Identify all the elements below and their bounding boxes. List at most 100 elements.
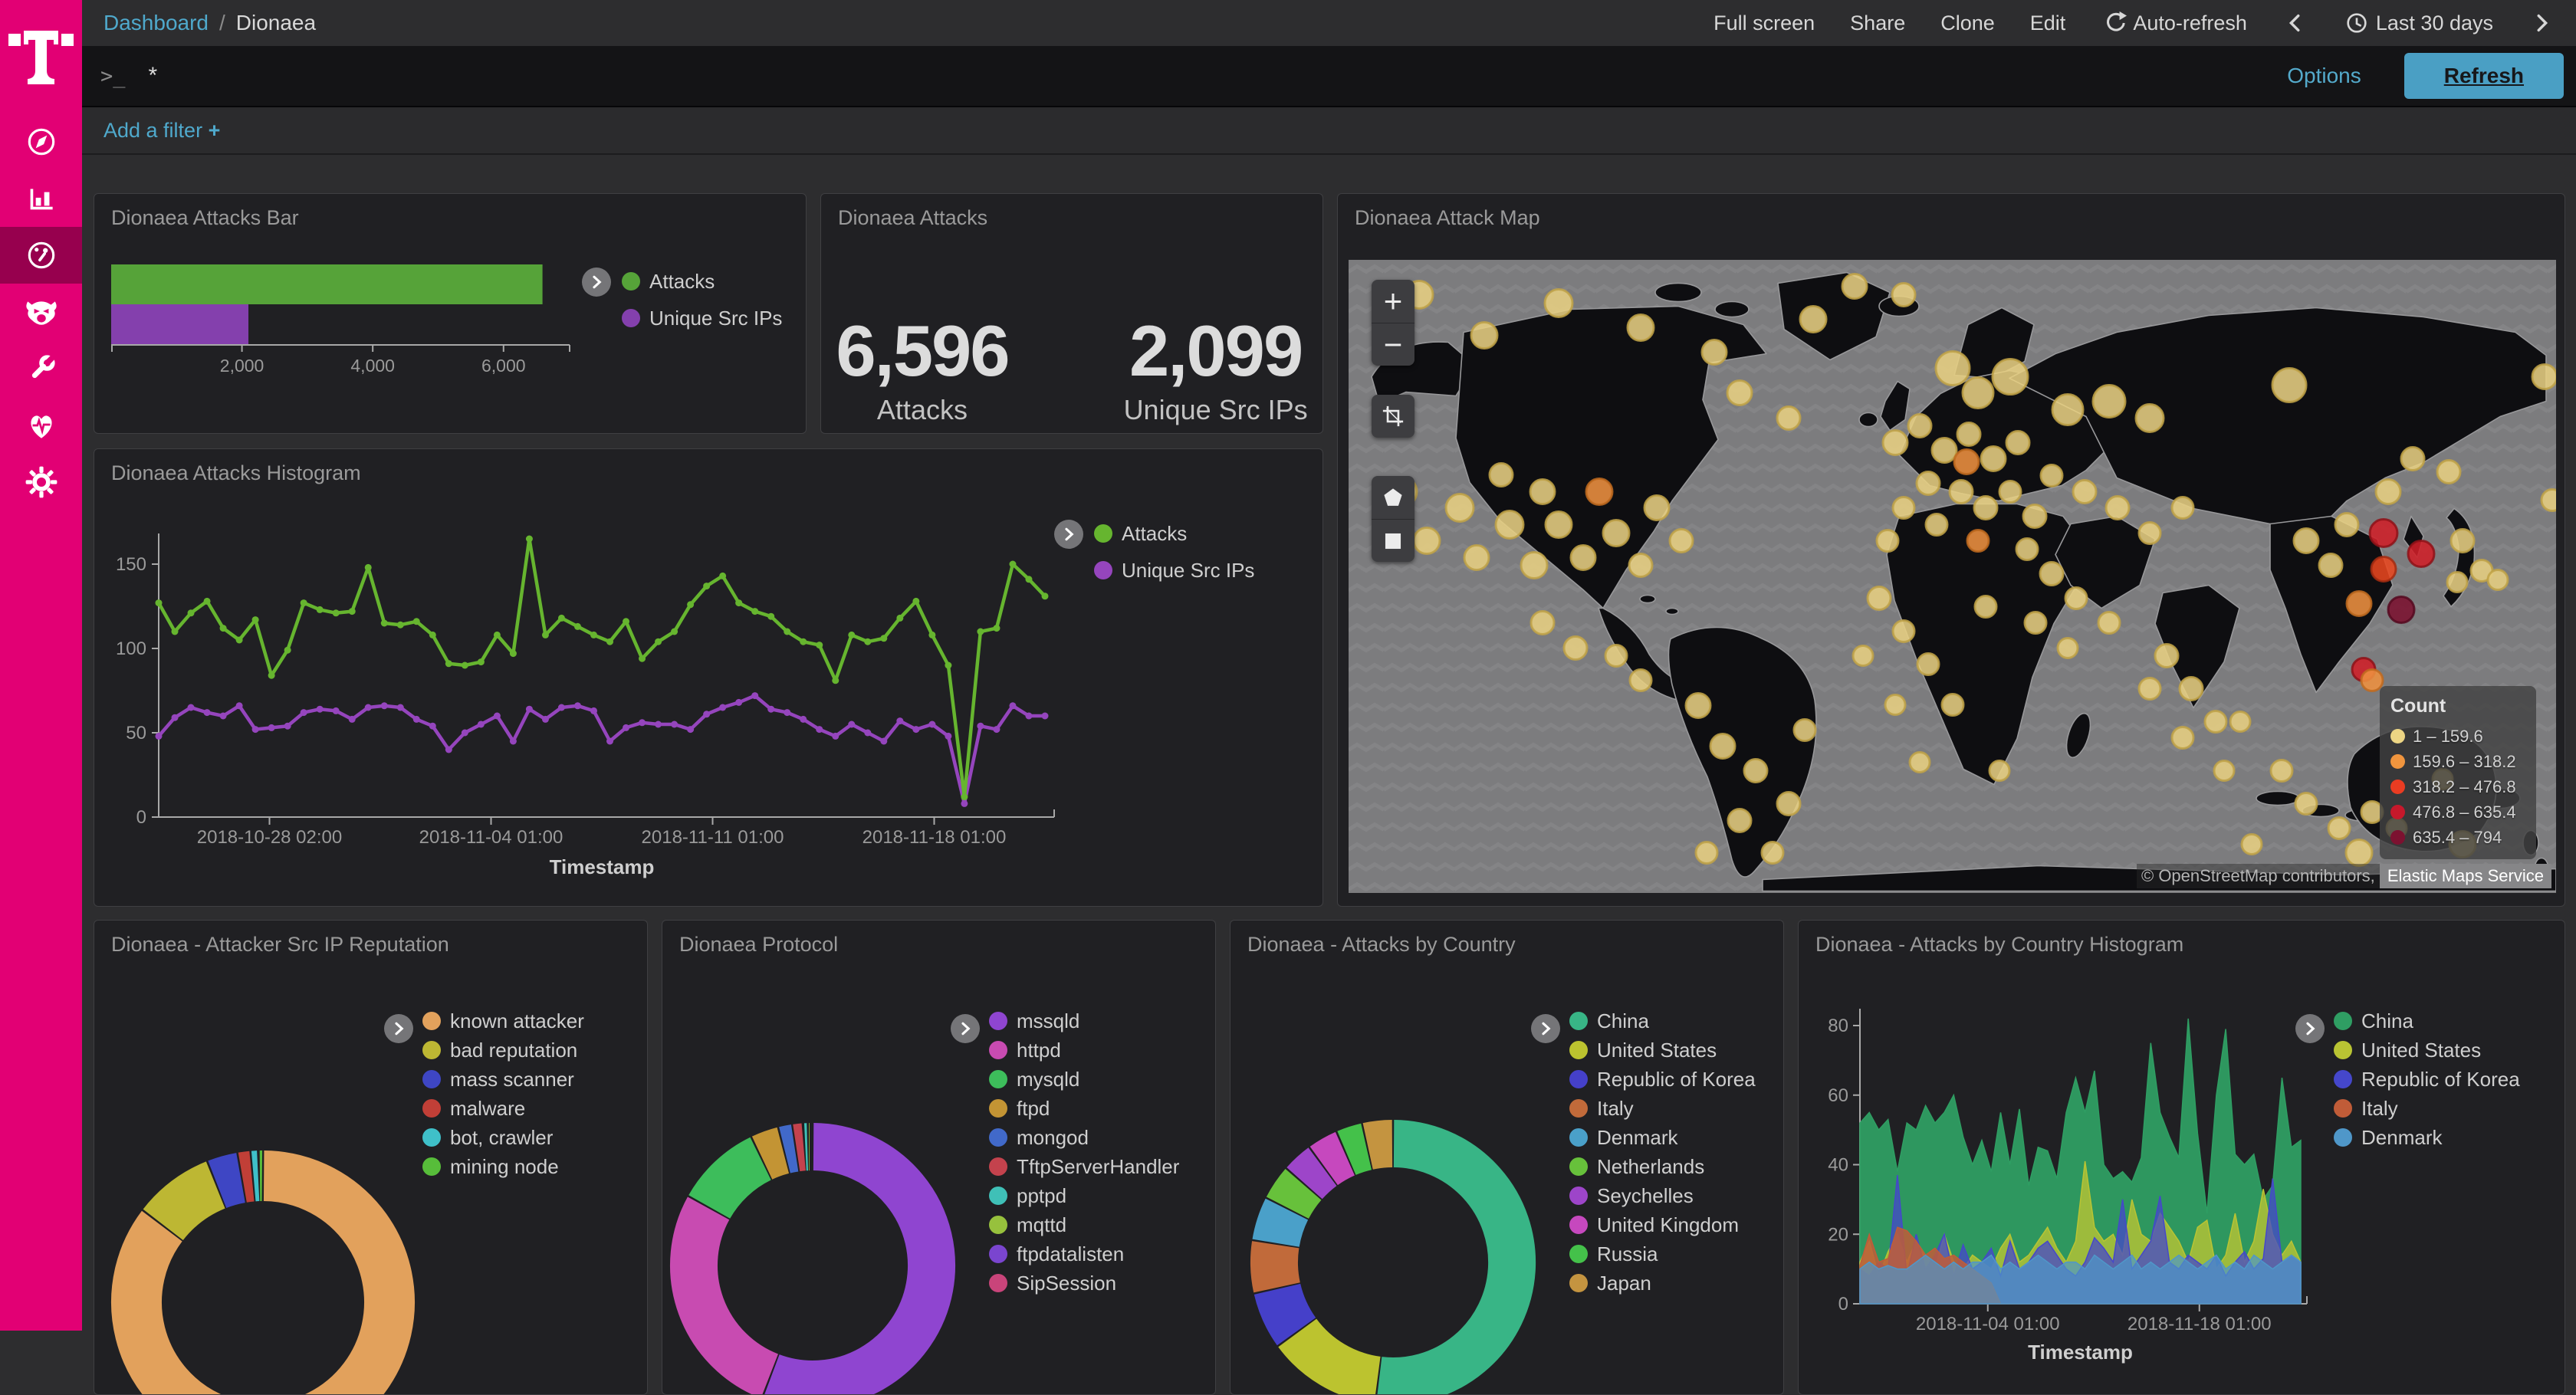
map-circle[interactable]: [2205, 711, 2226, 733]
legend-item[interactable]: mongod: [989, 1123, 1179, 1152]
time-range-button[interactable]: Last 30 days: [2344, 10, 2493, 36]
legend-item[interactable]: TftpServerHandler: [989, 1152, 1179, 1181]
telekom-logo-icon[interactable]: [8, 11, 74, 84]
legend-item[interactable]: Unique Src IPs: [622, 300, 782, 336]
donut-slice[interactable]: [1287, 1184, 1303, 1207]
map-circle[interactable]: [2040, 563, 2063, 586]
map-circle[interactable]: [1868, 587, 1891, 610]
legend-item[interactable]: ftpd: [989, 1094, 1179, 1123]
map-circle[interactable]: [1885, 695, 1905, 715]
map-circle[interactable]: [1936, 352, 1970, 386]
osm-attribution[interactable]: © OpenStreetMap contributors,: [2137, 864, 2380, 888]
legend-item[interactable]: pptpd: [989, 1181, 1179, 1210]
donut-slice[interactable]: [709, 1159, 761, 1207]
donut-slice[interactable]: [1276, 1210, 1286, 1243]
map-circle[interactable]: [2006, 432, 2029, 455]
donut-slice[interactable]: [1379, 1144, 1512, 1381]
map-circle[interactable]: [1644, 496, 1669, 520]
map-circle[interactable]: [1629, 554, 1652, 577]
map-circle[interactable]: [2139, 523, 2160, 544]
donut-slice[interactable]: [1297, 1333, 1377, 1380]
map-circle[interactable]: [2214, 761, 2234, 781]
legend-item[interactable]: mysqld: [989, 1065, 1179, 1094]
map-circle[interactable]: [2376, 480, 2400, 504]
legend-item[interactable]: Russia: [1569, 1239, 1756, 1269]
legend-item[interactable]: United States: [1569, 1036, 1756, 1065]
map-circle[interactable]: [2098, 612, 2120, 634]
map-circle[interactable]: [1464, 546, 1489, 570]
map-circle[interactable]: [2388, 597, 2414, 623]
map-circle[interactable]: [2230, 712, 2250, 732]
map-circle[interactable]: [1628, 315, 1654, 341]
map-circle[interactable]: [2172, 727, 2193, 749]
map-circle[interactable]: [1414, 528, 1440, 554]
sidebar-item-visualize[interactable]: [0, 170, 82, 227]
donut-slice[interactable]: [762, 1150, 783, 1158]
donut-slice[interactable]: [1277, 1289, 1296, 1331]
map-circle[interactable]: [1954, 450, 1979, 474]
map-circle[interactable]: [1967, 530, 1989, 552]
legend-collapse-button[interactable]: [1054, 520, 1083, 549]
donut-slice[interactable]: [242, 1177, 251, 1178]
legend-collapse-button[interactable]: [582, 268, 611, 297]
donut-slice[interactable]: [1305, 1167, 1323, 1183]
map-circle[interactable]: [1942, 694, 1963, 716]
sidebar-item-tpot[interactable]: [0, 284, 82, 340]
map-circle[interactable]: [2532, 365, 2556, 389]
auto-refresh-button[interactable]: Auto-refresh: [2101, 10, 2247, 36]
map-circle[interactable]: [1531, 612, 1554, 635]
map-circle[interactable]: [2347, 592, 2371, 616]
donut-slice[interactable]: [694, 1208, 770, 1376]
map-circle[interactable]: [1696, 842, 1717, 864]
country-donut-chart[interactable]: [1234, 980, 1556, 1394]
map-circle[interactable]: [1800, 307, 1826, 333]
map-circle[interactable]: [1892, 284, 1915, 307]
map-circle[interactable]: [1702, 340, 1727, 365]
attacks-bar-chart[interactable]: 2,0004,0006,000: [111, 258, 617, 389]
map-circle[interactable]: [1963, 378, 1993, 409]
map-circle[interactable]: [1981, 447, 2006, 471]
map-circle[interactable]: [2294, 529, 2318, 553]
map-circle[interactable]: [2346, 840, 2372, 866]
map-circle[interactable]: [2136, 405, 2164, 432]
donut-slice[interactable]: [1274, 1245, 1277, 1288]
map-circle[interactable]: [1926, 514, 1947, 536]
donut-slice[interactable]: [771, 1147, 932, 1384]
map-circle[interactable]: [1990, 761, 2009, 781]
map-circle[interactable]: [1727, 381, 1752, 405]
map-circle[interactable]: [1564, 637, 1587, 660]
map-circle[interactable]: [2272, 369, 2306, 402]
map-circle[interactable]: [1744, 760, 1767, 783]
map-circle[interactable]: [2271, 760, 2292, 782]
sidebar-item-dashboard[interactable]: [0, 227, 82, 284]
legend-item[interactable]: Japan: [1569, 1269, 1756, 1298]
legend-item[interactable]: Italy: [2334, 1094, 2520, 1123]
sidebar-item-devtools[interactable]: [0, 340, 82, 397]
zoom-in-button[interactable]: +: [1372, 280, 1414, 323]
donut-slice[interactable]: [217, 1178, 241, 1185]
map-circle[interactable]: [2041, 465, 2062, 487]
map-circle[interactable]: [1603, 520, 1629, 547]
legend-item[interactable]: Netherlands: [1569, 1152, 1756, 1181]
world-map[interactable]: + − Count: [1349, 260, 2556, 893]
query-input[interactable]: *: [149, 63, 2265, 89]
sidebar-item-monitoring[interactable]: [0, 397, 82, 454]
legend-item[interactable]: ftpdatalisten: [989, 1239, 1179, 1269]
menu-item-full-screen[interactable]: Full screen: [1714, 11, 1815, 35]
legend-collapse-button[interactable]: [1531, 1014, 1560, 1043]
legend-item[interactable]: Republic of Korea: [2334, 1065, 2520, 1094]
map-circle[interactable]: [1893, 497, 1914, 519]
map-circle[interactable]: [2025, 612, 2046, 634]
time-back-button[interactable]: [2282, 10, 2308, 36]
map-circle[interactable]: [2023, 505, 2046, 528]
map-circle[interactable]: [1917, 654, 1939, 675]
map-circle[interactable]: [2361, 670, 2383, 691]
map-circle[interactable]: [1853, 646, 1873, 666]
donut-slice[interactable]: [1324, 1154, 1346, 1166]
map-circle[interactable]: [1908, 415, 1931, 438]
donut-slice[interactable]: [785, 1148, 795, 1150]
legend-item[interactable]: mining node: [422, 1152, 584, 1181]
polygon-tool-icon[interactable]: [1372, 476, 1414, 519]
map-circle[interactable]: [2052, 395, 2083, 425]
menu-item-edit[interactable]: Edit: [2030, 11, 2066, 35]
